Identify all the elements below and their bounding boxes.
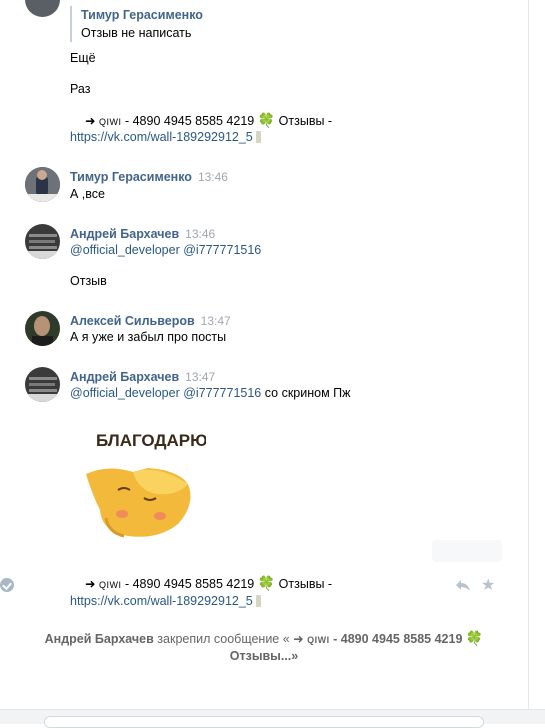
qiwi-text: qiwi [98, 114, 122, 128]
message-input[interactable] [44, 716, 484, 728]
message-text: Раз [70, 82, 91, 96]
author-name[interactable]: Алексей Сильверов [70, 314, 195, 328]
message-author[interactable]: Алексей Сильверов 13:47 [70, 314, 231, 328]
card-number: - 4890 4945 8585 4219 [124, 114, 255, 128]
pin-notice-tail[interactable]: Отзывы...» [0, 649, 528, 663]
message-author[interactable]: Андрей Бархачев 13:47 [70, 370, 215, 384]
candle-icon [255, 595, 261, 607]
pin-author[interactable]: Андрей Бархачев [45, 632, 154, 646]
message-time[interactable]: 13:46 [185, 227, 215, 241]
message-text: Ещё [70, 51, 96, 65]
message-text: А я уже и забыл про посты [70, 330, 227, 344]
message-time[interactable]: 13:47 [185, 370, 215, 384]
ad-line: ➜ qiwi - 4890 4945 8585 4219 🍀 Отзывы - [85, 575, 332, 592]
pin-tail[interactable]: Отзывы...» [230, 649, 298, 663]
clover-icon: 🍀 [257, 112, 276, 128]
avatar-image [25, 224, 60, 259]
reply-icon[interactable] [455, 578, 471, 592]
avatar[interactable] [25, 311, 60, 346]
avatar[interactable] [25, 367, 60, 402]
message-text: А ,все [70, 187, 105, 201]
sticker-caption: БЛАГОДАРЮ [96, 431, 206, 450]
message-tail: со скрином Пж [264, 386, 351, 400]
clover-icon: 🍀 [257, 575, 276, 591]
arrow-icon: ➜ [85, 577, 96, 591]
card-number: - 4890 4945 8585 4219 [333, 632, 463, 646]
avatar-image [25, 311, 60, 346]
quote-text: Отзыв не написать [81, 26, 192, 40]
message-text: @official_developer @i777771516 со скрин… [70, 386, 351, 400]
sticker[interactable]: БЛАГОДАРЮ [78, 424, 206, 546]
card-number: - 4890 4945 8585 4219 [124, 577, 255, 591]
wall-link[interactable]: https://vk.com/wall-189292912_5 [70, 130, 253, 144]
star-icon[interactable]: ★ [481, 575, 495, 595]
ad-link-line: https://vk.com/wall-189292912_5 [70, 594, 261, 608]
clover-icon: 🍀 [465, 630, 484, 646]
avatar[interactable] [25, 167, 60, 202]
hover-placeholder [432, 540, 502, 562]
wall-link[interactable]: https://vk.com/wall-189292912_5 [70, 594, 253, 608]
quote-bar [70, 6, 72, 42]
avatar-image [25, 367, 60, 402]
arrow-icon: ➜ [293, 632, 304, 646]
ad-line: ➜ qiwi - 4890 4945 8585 4219 🍀 Отзывы - [85, 112, 332, 129]
ad-tail: Отзывы - [278, 114, 333, 128]
ad-tail: Отзывы - [278, 577, 333, 591]
author-name[interactable]: Андрей Бархачев [70, 227, 179, 241]
author-name[interactable]: Андрей Бархачев [70, 370, 179, 384]
message-author[interactable]: Тимур Герасименко 13:46 [70, 170, 228, 184]
avatar[interactable] [25, 224, 60, 259]
pin-notice: Андрей Бархачев закрепил сообщение « ➜ q… [0, 630, 528, 647]
check-icon[interactable] [0, 578, 14, 592]
message-time[interactable]: 13:46 [198, 170, 228, 184]
mentions[interactable]: @official_developer @i777771516 [70, 386, 261, 400]
chat-border-right [528, 0, 529, 710]
mentions[interactable]: @official_developer @i777771516 [70, 243, 261, 257]
message-text: Отзыв [70, 274, 107, 288]
quote-author[interactable]: Тимур Герасименко [81, 8, 203, 22]
qiwi-text: qiwi [307, 632, 330, 646]
avatar-image [25, 167, 60, 202]
message-author[interactable]: Андрей Бархачев 13:46 [70, 227, 215, 241]
pin-action: закрепил сообщение « [157, 632, 290, 646]
author-name[interactable]: Тимур Герасименко [70, 170, 192, 184]
arrow-icon: ➜ [85, 114, 96, 128]
qiwi-text: qiwi [98, 577, 122, 591]
candle-icon [255, 131, 261, 143]
message-time[interactable]: 13:47 [201, 314, 231, 328]
avatar[interactable] [25, 0, 60, 17]
ad-link-line: https://vk.com/wall-189292912_5 [70, 130, 261, 144]
